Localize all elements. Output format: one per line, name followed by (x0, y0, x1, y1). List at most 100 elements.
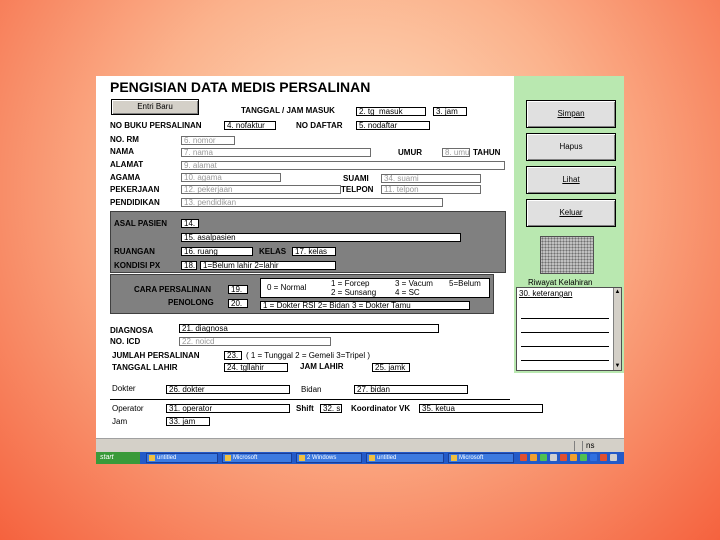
tgllahir-field[interactable]: 24. tgllahir (224, 363, 288, 372)
jam-lahir-label: JAM LAHIR (300, 362, 344, 371)
kondisi-note: 1=Belum lahir 2=lahir (200, 261, 336, 270)
no-icd-label: NO. ICD (110, 337, 141, 346)
tanggal-lahir-label: TANGGAL LAHIR (112, 363, 178, 372)
memo-line (521, 332, 609, 333)
pendidikan-field[interactable]: 13. pendidikan (181, 198, 443, 207)
taskbar-item[interactable]: 2 Windows (296, 453, 362, 463)
nama-field[interactable]: 7. nama (181, 148, 371, 157)
ruang-field[interactable]: 16. ruang (181, 247, 253, 256)
tray-icon[interactable] (600, 454, 607, 461)
tray-icon[interactable] (560, 454, 567, 461)
memo-scrollbar[interactable]: ▲ ▼ (613, 288, 621, 370)
tray-icon[interactable] (550, 454, 557, 461)
tray-icon[interactable] (580, 454, 587, 461)
dokter-label: Dokter (112, 384, 136, 393)
scroll-up-icon[interactable]: ▲ (614, 288, 621, 296)
legend-normal: 0 = Normal (267, 283, 307, 292)
taskbar-item[interactable]: untitled (146, 453, 218, 463)
ketua-field[interactable]: 35. ketua (419, 404, 543, 413)
nodaftar-field[interactable]: 5. nodaftar (356, 121, 430, 130)
memo-line (521, 318, 609, 319)
ruangan-label: RUANGAN (114, 247, 155, 256)
keterangan-value: 30. keterangan (519, 289, 573, 298)
noicd-field[interactable]: 22. noicd (179, 337, 331, 346)
kelas-field[interactable]: 17. kelas (292, 247, 336, 256)
operator-label: Operator (112, 404, 144, 413)
status-divider (582, 441, 583, 451)
no-buku-label: NO BUKU PERSALINAN (110, 121, 202, 130)
nofaktur-field[interactable]: 4. nofaktur (224, 121, 276, 130)
agama-label: AGAMA (110, 173, 141, 182)
jam-masuk-field[interactable]: 3. jam (433, 107, 467, 116)
kondisi-code-field[interactable]: 18. (181, 261, 197, 270)
tray-icon[interactable] (540, 454, 547, 461)
keluar-button[interactable]: Keluar (526, 199, 616, 227)
bidan-field[interactable]: 27. bidan (354, 385, 468, 394)
taskbar: start untitled Microsoft 2 Windows untit… (96, 452, 624, 464)
tg-masuk-field[interactable]: 2. tg_masuk (356, 107, 426, 116)
tanggal-jam-masuk-label: TANGGAL / JAM MASUK (241, 106, 335, 115)
sidebar: Simpan Hapus Lihat Keluar Riwayat Kelahi… (514, 76, 624, 373)
status-bar: ns (96, 438, 624, 453)
diagnosa-label: DIAGNOSA (110, 326, 154, 335)
lihat-button[interactable]: Lihat (526, 166, 616, 194)
asal-pasien-code-field[interactable]: 14. (181, 219, 199, 228)
taskbar-item[interactable]: Microsoft (448, 453, 514, 463)
alamat-label: ALAMAT (110, 160, 144, 169)
agama-field[interactable]: 10. agama (181, 173, 281, 182)
no-rm-label: NO. RM (110, 135, 139, 144)
asal-pasien-label: ASAL PASIEN (114, 219, 168, 228)
tray-icon[interactable] (610, 454, 617, 461)
section-divider (110, 399, 510, 400)
penolong-label: PENOLONG (168, 298, 214, 307)
memo-line (521, 346, 609, 347)
riwayat-kelahiran-memo[interactable]: 30. keterangan ▲ ▼ (516, 287, 622, 371)
no-daftar-label: NO DAFTAR (296, 121, 343, 130)
cara-persalinan-legend: 0 = Normal 1 = Forcep 2 = Sunsang 3 = Va… (260, 278, 490, 298)
pattern-box (540, 236, 594, 274)
jumlah-persalinan-label: JUMLAH PERSALINAN (112, 351, 200, 360)
pekerjaan-label: PEKERJAAN (110, 185, 160, 194)
shift-label: Shift (296, 404, 314, 413)
nama-label: NAMA (110, 147, 134, 156)
koordinator-vk-label: Koordinator VK (351, 404, 411, 413)
asal-pasien-field[interactable]: 15. asalpasien (181, 233, 461, 242)
scroll-down-icon[interactable]: ▼ (614, 362, 621, 370)
bidan-label: Bidan (301, 385, 322, 394)
hapus-button[interactable]: Hapus (526, 133, 616, 161)
nomor-field[interactable]: 6. nomor (181, 136, 235, 145)
status-divider (574, 441, 575, 451)
jam-label: Jam (112, 417, 128, 426)
telpon-field[interactable]: 11. telpon (381, 185, 481, 194)
taskbar-item[interactable]: Microsoft (222, 453, 292, 463)
telpon-label: TELPON (341, 185, 374, 194)
tray-icon[interactable] (530, 454, 537, 461)
umur-field[interactable]: 8. umur (442, 148, 470, 157)
taskbar-item[interactable]: untitled (366, 453, 444, 463)
operator-field[interactable]: 31. operator (166, 404, 290, 413)
legend-belum: 5=Belum (449, 279, 481, 288)
tray-icon[interactable] (520, 454, 527, 461)
suami-label: SUAMI (343, 174, 369, 183)
legend-sc: 4 = SC (395, 288, 420, 297)
penolong-legend: 1 = Dokter RSI 2= Bidan 3 = Dokter Tamu (260, 301, 470, 310)
tray-icon[interactable] (590, 454, 597, 461)
alamat-field[interactable]: 9. alamat (181, 161, 505, 170)
simpan-button[interactable]: Simpan (526, 100, 616, 128)
jamk-field[interactable]: 25. jamk (372, 363, 410, 372)
jumlah-code-field[interactable]: 23. (224, 351, 242, 360)
legend-sunsang: 2 = Sunsang (331, 288, 377, 297)
dokter-field[interactable]: 26. dokter (166, 385, 290, 394)
pekerjaan-field[interactable]: 12. pekerjaan (181, 185, 341, 194)
penolong-code-field[interactable]: 20. (228, 299, 248, 308)
tray-icon[interactable] (570, 454, 577, 461)
start-button[interactable]: start (96, 452, 140, 464)
cara-persalinan-code-field[interactable]: 19. (228, 285, 248, 294)
tahun-label: TAHUN (473, 148, 501, 157)
suami-field[interactable]: 34. suami (381, 174, 481, 183)
diagnosa-field[interactable]: 21. diagnosa (179, 324, 439, 333)
shift-field[interactable]: 32. s (320, 404, 342, 413)
kondisi-px-label: KONDISI PX (114, 261, 161, 270)
jam-field[interactable]: 33. jam (166, 417, 210, 426)
entri-baru-button[interactable]: Entri Baru (111, 99, 199, 115)
